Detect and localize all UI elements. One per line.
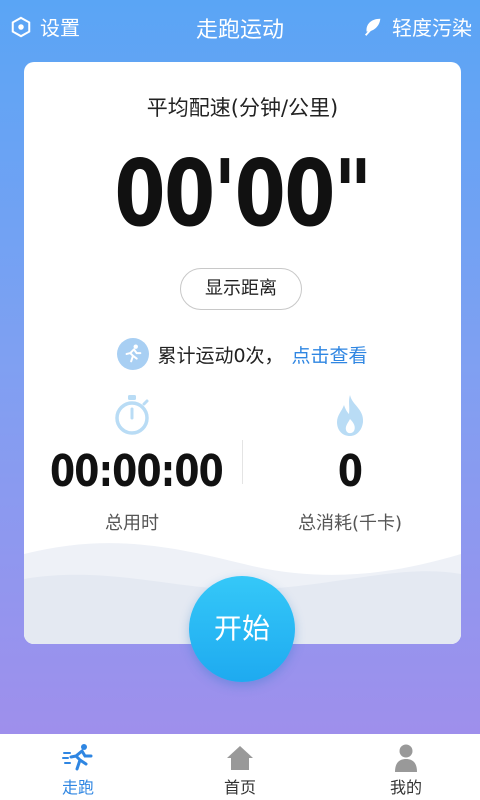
home-icon bbox=[227, 746, 253, 770]
runner-icon bbox=[62, 744, 93, 771]
calorie-stat: 0 总消耗(千卡) bbox=[250, 392, 450, 535]
calorie-label: 总消耗(千卡) bbox=[297, 513, 403, 534]
start-button[interactable]: 开始 bbox=[189, 576, 295, 682]
show-distance-button[interactable]: 显示距离 bbox=[180, 268, 302, 310]
stopwatch-icon bbox=[115, 395, 149, 435]
total-time-stat: 00:00:00 总用时 bbox=[32, 392, 232, 535]
nav-home[interactable]: 首页 bbox=[200, 742, 280, 798]
total-time-label: 总用时 bbox=[105, 513, 159, 534]
nav-mine[interactable]: 我的 bbox=[366, 742, 446, 798]
nav-run-label: 走跑 bbox=[61, 778, 94, 797]
calorie-value: 0 bbox=[337, 446, 363, 497]
run-stats-card: 平均配速(分钟/公里) 00'00" 显示距离 累计运动0次， 点击查看 00:… bbox=[24, 62, 461, 644]
leaf-icon bbox=[364, 18, 381, 36]
runner-badge-icon bbox=[117, 338, 150, 370]
top-bar: 设置 走跑运动 轻度污染 bbox=[0, 0, 480, 56]
user-icon bbox=[395, 744, 417, 772]
nav-mine-label: 我的 bbox=[389, 778, 422, 797]
bottom-navigation: 走跑 首页 我的 bbox=[0, 734, 480, 800]
pace-value: 00'00" bbox=[114, 140, 372, 247]
total-workouts-row: 累计运动0次， 点击查看 bbox=[24, 336, 461, 372]
total-workouts-text: 累计运动0次， bbox=[157, 344, 284, 367]
air-quality-indicator[interactable]: 轻度污染 bbox=[362, 12, 472, 41]
nav-run[interactable]: 走跑 bbox=[38, 742, 118, 798]
pace-label: 平均配速(分钟/公里) bbox=[146, 96, 339, 120]
stats-divider bbox=[242, 440, 243, 484]
flame-icon bbox=[337, 395, 364, 436]
air-quality-label: 轻度污染 bbox=[392, 16, 472, 40]
total-time-value: 00:00:00 bbox=[50, 446, 224, 497]
nav-home-label: 首页 bbox=[223, 778, 256, 797]
view-history-link[interactable]: 点击查看 bbox=[292, 341, 368, 368]
